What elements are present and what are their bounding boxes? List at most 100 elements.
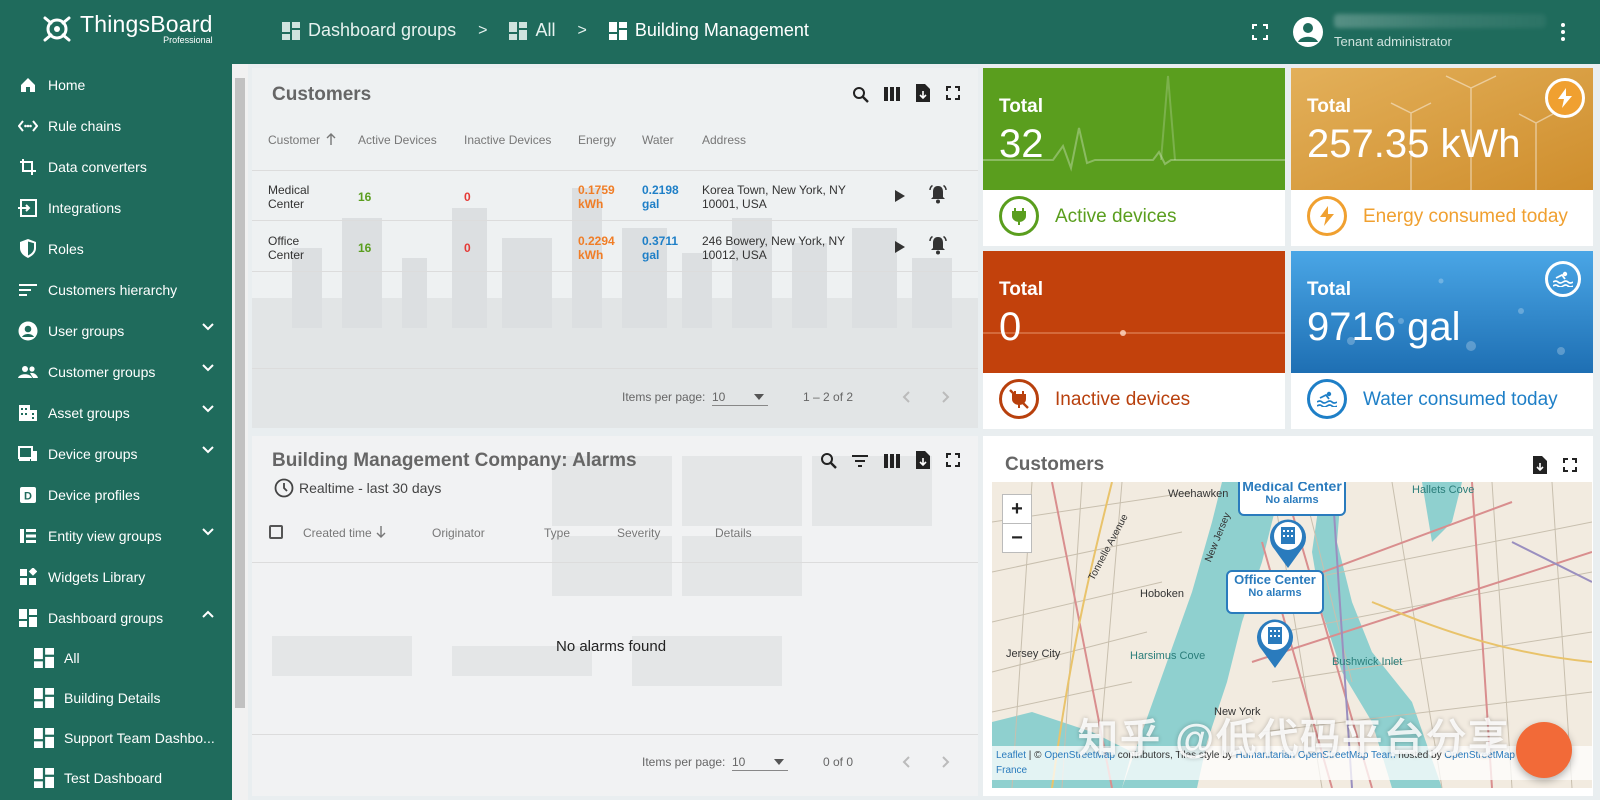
play-icon[interactable] bbox=[894, 240, 906, 254]
chevron-left-icon[interactable] bbox=[902, 756, 910, 768]
breadcrumb-label: Building Management bbox=[634, 20, 809, 40]
breadcrumb-dashboard-groups[interactable]: Dashboard groups bbox=[282, 20, 456, 41]
dropdown-arrow-icon bbox=[754, 394, 764, 400]
inactive-devices-card[interactable]: Total 0 Inactive devices bbox=[983, 251, 1285, 429]
column-header-originator[interactable]: Originator bbox=[432, 526, 485, 540]
chevron-left-icon[interactable] bbox=[902, 391, 910, 403]
app-logo[interactable]: ThingsBoard Professional bbox=[40, 12, 213, 46]
sidebar-item-rule-chains[interactable]: Rule chains bbox=[0, 105, 232, 146]
leaflet-link[interactable]: Leaflet bbox=[996, 750, 1026, 761]
items-per-page-select[interactable]: 10 bbox=[732, 751, 788, 771]
sidebar-item-user-groups[interactable]: User groups bbox=[0, 310, 232, 351]
widgets-icon bbox=[18, 567, 38, 587]
column-header-energy[interactable]: Energy bbox=[578, 133, 616, 147]
sidebar-item-device-profiles[interactable]: D Device profiles bbox=[0, 474, 232, 515]
fullscreen-icon[interactable] bbox=[946, 453, 960, 467]
sidebar-item-label: All bbox=[64, 650, 80, 666]
plug-icon bbox=[999, 196, 1039, 236]
chevron-right-icon[interactable] bbox=[942, 756, 950, 768]
fullscreen-icon[interactable] bbox=[946, 86, 960, 100]
sidebar-item-home[interactable]: Home bbox=[0, 64, 232, 105]
columns-icon[interactable] bbox=[884, 454, 900, 468]
export-icon[interactable] bbox=[916, 84, 930, 102]
alarm-bell-icon[interactable] bbox=[928, 184, 948, 204]
dashboard-icon bbox=[282, 21, 300, 40]
map-pin-icon[interactable] bbox=[1254, 616, 1296, 670]
chevron-right-icon[interactable] bbox=[942, 391, 950, 403]
export-icon[interactable] bbox=[916, 451, 930, 469]
sidebar-subitem-test-dashboard[interactable]: Test Dashboard bbox=[0, 758, 232, 798]
sidebar-item-integrations[interactable]: Integrations bbox=[0, 187, 232, 228]
divider bbox=[252, 562, 978, 563]
zoom-out-button[interactable]: − bbox=[1002, 523, 1032, 553]
cell-active-devices: 16 bbox=[358, 190, 372, 204]
sidebar-item-label: Customers hierarchy bbox=[48, 281, 178, 298]
columns-icon[interactable] bbox=[884, 87, 900, 101]
breadcrumb-building-management: Building Management bbox=[608, 20, 809, 41]
card-label: Water consumed today bbox=[1363, 389, 1558, 410]
breadcrumb-all[interactable]: All bbox=[509, 20, 555, 41]
fullscreen-icon[interactable] bbox=[1252, 24, 1268, 40]
user-name-blurred bbox=[1334, 14, 1546, 28]
sidebar-item-asset-groups[interactable]: Asset groups bbox=[0, 392, 232, 433]
zoom-in-button[interactable]: + bbox=[1002, 494, 1032, 524]
cell-inactive-devices: 0 bbox=[464, 241, 471, 255]
column-header-customer[interactable]: Customer bbox=[268, 133, 320, 147]
column-header-address[interactable]: Address bbox=[702, 133, 746, 147]
column-header-details[interactable]: Details bbox=[715, 526, 752, 540]
dashboard-icon bbox=[18, 608, 38, 628]
export-icon[interactable] bbox=[1533, 456, 1547, 474]
sidebar-item-data-converters[interactable]: Data converters bbox=[0, 146, 232, 187]
scrollbar-thumb[interactable] bbox=[235, 78, 245, 708]
column-header-active-devices[interactable]: Active Devices bbox=[358, 133, 437, 147]
water-consumed-card[interactable]: Total 9716 gal Water consumed today bbox=[1291, 251, 1593, 429]
sidebar-item-customers-hierarchy[interactable]: Customers hierarchy bbox=[0, 269, 232, 310]
sidebar-item-roles[interactable]: Roles bbox=[0, 228, 232, 269]
breadcrumb-label: Dashboard groups bbox=[308, 20, 457, 40]
items-per-page-select[interactable]: 10 bbox=[712, 386, 768, 406]
cell-energy: 0.1759 kWh bbox=[578, 183, 615, 211]
sidebar-subitem-support-team[interactable]: Support Team Dashbo... bbox=[0, 718, 232, 758]
sidebar-scrollbar[interactable] bbox=[232, 64, 248, 800]
empty-state-text: No alarms found bbox=[556, 638, 667, 655]
column-header-severity[interactable]: Severity bbox=[617, 526, 660, 540]
sidebar-item-device-groups[interactable]: Device groups bbox=[0, 433, 232, 474]
cell-active-devices: 16 bbox=[358, 241, 372, 255]
home-icon bbox=[18, 75, 38, 95]
arrow-up-icon bbox=[326, 133, 336, 145]
user-avatar-icon[interactable] bbox=[1292, 16, 1324, 48]
play-icon[interactable] bbox=[894, 189, 906, 203]
column-header-water[interactable]: Water bbox=[642, 133, 674, 147]
sidebar-item-dashboard-groups[interactable]: Dashboard groups bbox=[0, 597, 232, 638]
sidebar-item-widgets-library[interactable]: Widgets Library bbox=[0, 556, 232, 597]
map-pin-icon[interactable] bbox=[1267, 516, 1309, 570]
help-fab-button[interactable] bbox=[1516, 722, 1572, 778]
column-header-created-time[interactable]: Created time bbox=[303, 526, 372, 540]
alarm-bell-icon[interactable] bbox=[928, 235, 948, 255]
select-all-checkbox[interactable] bbox=[269, 525, 283, 539]
search-icon[interactable] bbox=[820, 452, 838, 470]
panel-title: Customers bbox=[272, 84, 372, 105]
column-header-type[interactable]: Type bbox=[544, 526, 570, 540]
more-vert-icon[interactable] bbox=[1560, 22, 1566, 42]
search-icon[interactable] bbox=[852, 86, 870, 104]
sidebar-subitem-all[interactable]: All bbox=[0, 638, 232, 678]
attribution-text: | © bbox=[1026, 750, 1045, 761]
filter-icon[interactable] bbox=[852, 454, 868, 468]
logo-name: ThingsBoard bbox=[80, 11, 213, 37]
sidebar-subitem-building-details[interactable]: Building Details bbox=[0, 678, 232, 718]
column-header-inactive-devices[interactable]: Inactive Devices bbox=[464, 133, 551, 147]
sidebar-item-entity-view-groups[interactable]: Entity view groups bbox=[0, 515, 232, 556]
arrow-down-icon bbox=[376, 526, 386, 538]
marker-name: Office Center bbox=[1234, 572, 1316, 587]
marker-name: Medical Center bbox=[1242, 482, 1342, 494]
timewindow-label[interactable]: Realtime - last 30 days bbox=[299, 481, 441, 495]
fullscreen-icon[interactable] bbox=[1563, 458, 1577, 472]
hierarchy-icon bbox=[18, 280, 38, 300]
plug-off-icon bbox=[999, 379, 1039, 419]
sidebar-item-customer-groups[interactable]: Customer groups bbox=[0, 351, 232, 392]
energy-consumed-card[interactable]: Total 257.35 kWh Energy consumed today bbox=[1291, 68, 1593, 246]
items-per-page-label: Items per page: bbox=[642, 755, 726, 769]
active-devices-card[interactable]: Total 32 Active devices bbox=[983, 68, 1285, 246]
france-link[interactable]: France bbox=[996, 765, 1027, 776]
